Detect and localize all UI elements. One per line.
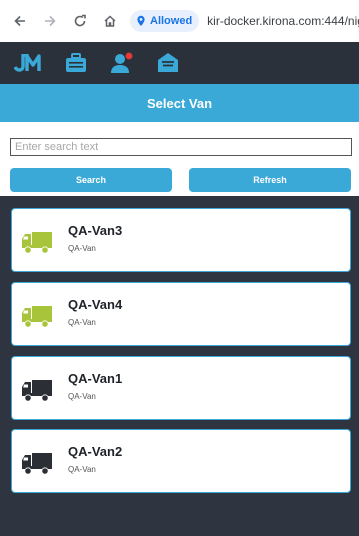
- van-list: QA-Van3 QA-Van QA-Van4 QA-Van QA-Van1 QA…: [0, 196, 359, 536]
- van-subtitle: QA-Van: [68, 392, 96, 401]
- back-arrow-icon[interactable]: [8, 9, 32, 33]
- search-button[interactable]: Search: [10, 168, 172, 192]
- van-subtitle: QA-Van: [68, 465, 96, 474]
- truck-icon: [22, 306, 52, 328]
- app-navbar: [0, 42, 359, 84]
- van-card[interactable]: QA-Van2 QA-Van: [11, 429, 351, 493]
- reload-icon[interactable]: [68, 9, 92, 33]
- van-card[interactable]: QA-Van3 QA-Van: [11, 208, 351, 272]
- permission-label: Allowed: [150, 15, 193, 27]
- van-name: QA-Van3: [68, 223, 123, 238]
- van-subtitle: QA-Van: [68, 244, 96, 253]
- search-input[interactable]: [10, 138, 352, 156]
- browser-toolbar: Allowed kir-docker.kirona.com:444/nightl…: [0, 0, 359, 42]
- refresh-button[interactable]: Refresh: [189, 168, 351, 192]
- truck-icon: [22, 232, 52, 254]
- search-panel: Search Refresh: [0, 122, 359, 196]
- truck-icon: [22, 453, 52, 475]
- logo-jm-icon[interactable]: [14, 52, 42, 74]
- truck-icon: [22, 380, 52, 402]
- mail-icon[interactable]: [156, 52, 180, 74]
- address-bar-url[interactable]: kir-docker.kirona.com:444/nightly: [207, 14, 359, 28]
- location-pin-icon: [137, 15, 145, 26]
- van-name: QA-Van1: [68, 371, 123, 386]
- site-permission-chip[interactable]: Allowed: [130, 10, 200, 32]
- page-title: Select Van: [146, 95, 213, 111]
- van-card[interactable]: QA-Van1 QA-Van: [11, 356, 351, 420]
- page-header: Select Van: [0, 84, 359, 122]
- user-alert-icon[interactable]: [110, 52, 134, 74]
- van-name: QA-Van2: [68, 444, 123, 459]
- forward-arrow-icon[interactable]: [38, 9, 62, 33]
- van-card[interactable]: QA-Van4 QA-Van: [11, 282, 351, 346]
- briefcase-icon[interactable]: [64, 52, 88, 74]
- home-icon[interactable]: [98, 9, 122, 33]
- van-name: QA-Van4: [68, 297, 123, 312]
- van-subtitle: QA-Van: [68, 318, 96, 327]
